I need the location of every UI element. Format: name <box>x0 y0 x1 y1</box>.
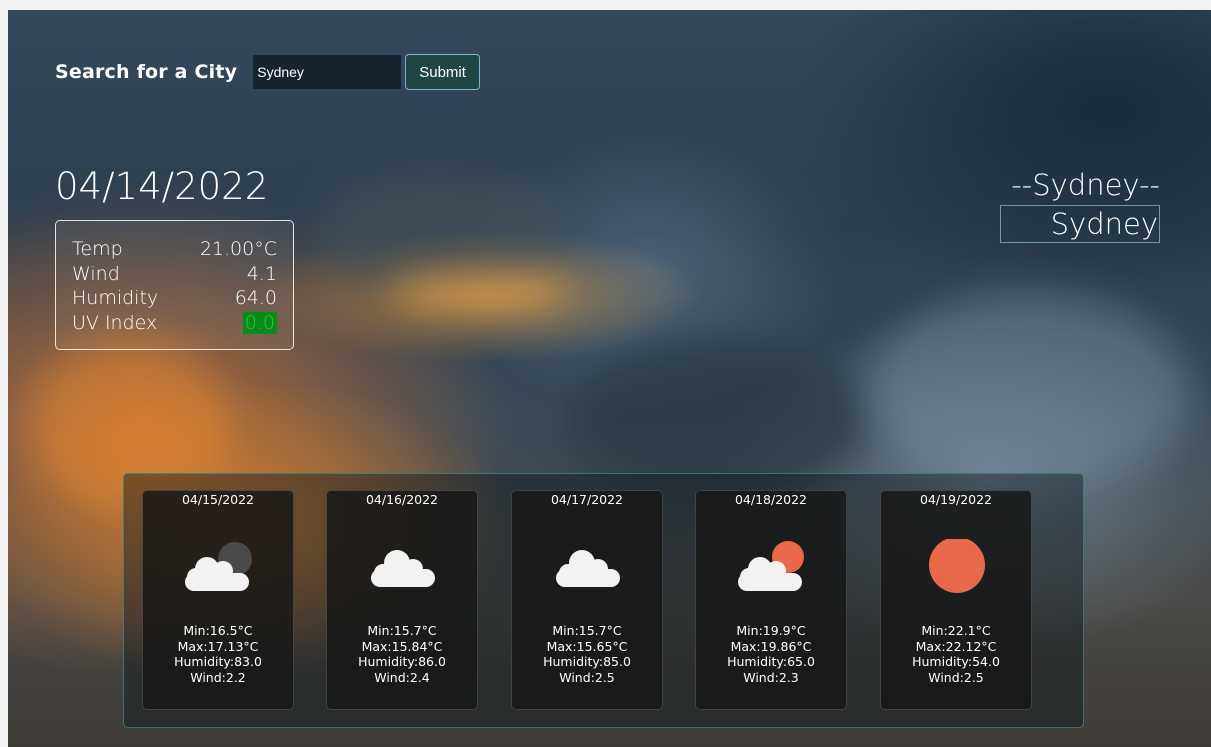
submit-button[interactable]: Submit <box>405 54 480 90</box>
sun-icon <box>929 539 985 593</box>
forecast-card: 04/18/2022 Min:19.9°C Max:19.86°C Humidi… <box>695 490 847 710</box>
forecast-stats: Min:22.1°C Max:22.12°C Humidity:54.0 Win… <box>881 623 1031 686</box>
uv-index-badge: 0.0 <box>242 311 277 334</box>
city-heading: --Sydney-- <box>1011 168 1160 202</box>
forecast-humidity: Humidity:83.0 <box>174 654 262 670</box>
forecast-wind: Wind:2.5 <box>928 670 984 686</box>
forecast-date: 04/19/2022 <box>919 492 993 507</box>
forecast-date: 04/18/2022 <box>734 492 808 507</box>
forecast-min: Min:19.9°C <box>736 623 806 638</box>
humidity-value: 64.0 <box>234 287 277 309</box>
forecast-panel: 04/15/2022 Min:16.5°C Max:17.13°C Humidi… <box>123 473 1084 728</box>
forecast-stats: Min:16.5°C Max:17.13°C Humidity:83.0 Win… <box>143 623 293 686</box>
forecast-max: Max:15.84°C <box>361 638 443 654</box>
humidity-label: Humidity <box>72 287 159 309</box>
current-date: 04/14/2022 <box>55 165 269 208</box>
cloud-icon <box>371 550 435 587</box>
temp-row: Temp 21.00°C <box>72 237 277 262</box>
wind-label: Wind <box>72 262 120 285</box>
forecast-max: Max:17.13°C <box>177 638 259 654</box>
forecast-wind: Wind:2.3 <box>743 670 799 686</box>
forecast-humidity: Humidity:65.0 <box>727 654 815 670</box>
forecast-stats: Min:19.9°C Max:19.86°C Humidity:65.0 Win… <box>696 623 846 686</box>
cloudy-night-icon <box>185 542 252 591</box>
forecast-humidity: Humidity:54.0 <box>912 654 1000 670</box>
forecast-date: 04/16/2022 <box>365 492 439 507</box>
forecast-card: 04/19/2022 Min:22.1°C Max:22.12°C Humidi… <box>880 490 1032 710</box>
wind-row: Wind 4.1 <box>72 262 277 287</box>
forecast-min: Min:15.7°C <box>552 623 622 638</box>
city-history-button[interactable]: Sydney <box>1000 205 1160 243</box>
forecast-max: Max:15.65°C <box>546 638 628 654</box>
forecast-stats: Min:15.7°C Max:15.84°C Humidity:86.0 Win… <box>327 623 477 686</box>
forecast-humidity: Humidity:85.0 <box>543 654 631 670</box>
partly-cloudy-icon <box>738 541 804 591</box>
temp-value: 21.00°C <box>199 238 277 260</box>
cloud-decoration <box>388 270 568 310</box>
uv-label: UV Index <box>72 311 158 334</box>
forecast-card: 04/16/2022 Min:15.7°C Max:15.84°C Humidi… <box>326 490 478 710</box>
forecast-card: 04/15/2022 Min:16.5°C Max:17.13°C Humidi… <box>142 490 294 710</box>
forecast-wind: Wind:2.4 <box>374 670 430 686</box>
forecast-wind: Wind:2.2 <box>190 670 246 686</box>
cloud-decoration <box>868 290 1188 490</box>
forecast-stats: Min:15.7°C Max:15.65°C Humidity:85.0 Win… <box>512 623 662 686</box>
forecast-date: 04/17/2022 <box>550 492 624 507</box>
forecast-min: Min:16.5°C <box>183 623 253 638</box>
search-title: Search for a City <box>55 61 238 83</box>
city-display: --Sydney-- Sydney <box>1000 167 1160 243</box>
forecast-min: Min:15.7°C <box>367 623 437 638</box>
wind-value: 4.1 <box>246 262 277 285</box>
forecast-date: 04/15/2022 <box>181 492 255 507</box>
search-bar: Search for a City Submit <box>55 54 480 90</box>
forecast-min: Min:22.1°C <box>921 623 991 638</box>
forecast-card: 04/17/2022 Min:15.7°C Max:15.65°C Humidi… <box>511 490 663 710</box>
forecast-max: Max:19.86°C <box>730 638 812 654</box>
temp-label: Temp <box>72 238 123 260</box>
forecast-wind: Wind:2.5 <box>559 670 615 686</box>
humidity-row: Humidity 64.0 <box>72 286 277 311</box>
city-search-input[interactable] <box>253 55 402 89</box>
forecast-humidity: Humidity:86.0 <box>358 654 446 670</box>
cloud-icon <box>556 550 620 587</box>
forecast-max: Max:22.12°C <box>915 638 997 654</box>
current-weather-panel: Temp 21.00°C Wind 4.1 Humidity 64.0 UV I… <box>55 220 294 350</box>
uv-row: UV Index 0.0 <box>72 311 277 336</box>
